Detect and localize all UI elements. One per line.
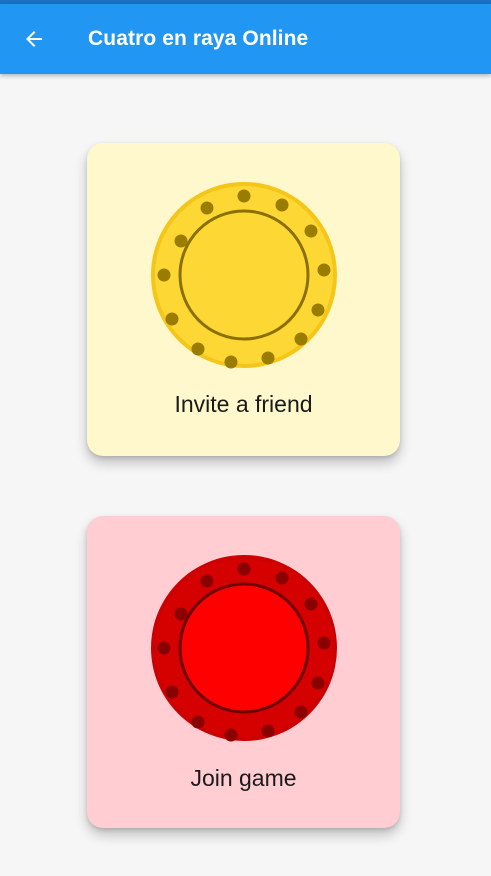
invite-friend-label: Invite a friend: [174, 391, 313, 417]
back-button[interactable]: [14, 19, 54, 59]
app-bar: Cuatro en raya Online: [0, 4, 491, 74]
join-game-card[interactable]: Join game: [87, 516, 400, 828]
yellow-chip-icon: [151, 182, 337, 369]
arrow-back-icon: [26, 31, 42, 47]
join-game-label: Join game: [190, 765, 297, 791]
invite-friend-card[interactable]: Invite a friend: [87, 143, 400, 456]
red-chip-icon: [151, 555, 337, 742]
app-title: Cuatro en raya Online: [88, 27, 309, 50]
